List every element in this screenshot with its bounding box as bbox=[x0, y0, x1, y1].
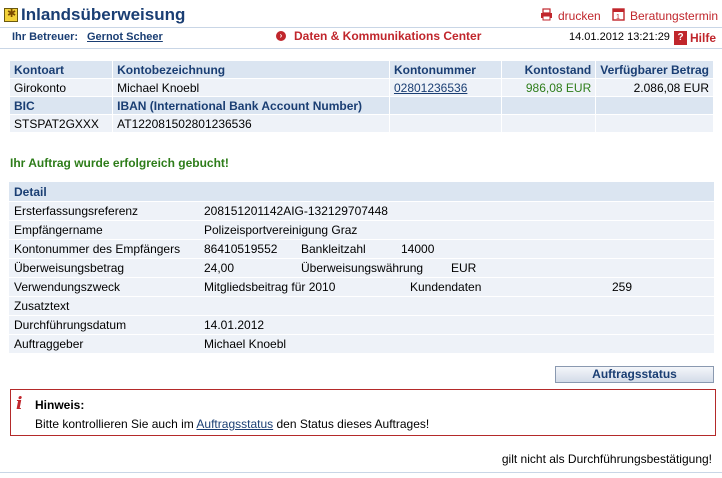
detail-row-purpose: Verwendungszweck Mitgliedsbeitrag für 20… bbox=[9, 278, 714, 296]
customer-data-value: 259 bbox=[612, 280, 633, 294]
bank-header-row: BIC IBAN (International Bank Account Num… bbox=[8, 96, 714, 115]
account-type: Girokonto bbox=[8, 78, 114, 97]
detail-row-reference: Ersterfassungsreferenz 208151201142AIG-1… bbox=[9, 202, 714, 220]
advisor-name-link[interactable]: Gernot Scheer bbox=[87, 31, 163, 43]
svg-text:1: 1 bbox=[616, 14, 620, 21]
help-link[interactable]: Hilfe bbox=[690, 31, 716, 45]
print-link[interactable]: drucken bbox=[558, 9, 601, 23]
divider bbox=[0, 472, 722, 473]
detail-row-orderer: Auftraggeber Michael Knoebl bbox=[9, 335, 714, 353]
detail-row-account: Kontonummer des Empfängers 86410519552 B… bbox=[9, 240, 714, 258]
empty-cell bbox=[500, 114, 597, 133]
purpose-value: Mitgliedsbeitrag für 2010 bbox=[204, 280, 336, 294]
bic-value: STSPAT2GXXX bbox=[8, 114, 114, 133]
advisor-bar: Ihr Betreuer: Gernot Scheer › Daten & Ko… bbox=[0, 28, 722, 49]
detail-row-date: Durchführungsdatum 14.01.2012 bbox=[9, 316, 714, 334]
empty-cell bbox=[500, 96, 597, 115]
empty-cell bbox=[595, 114, 714, 133]
detail-header: Detail bbox=[9, 182, 714, 201]
notice-text-before: Bitte kontrollieren Sie auch im bbox=[35, 417, 197, 431]
calendar-icon[interactable]: 1 bbox=[612, 8, 625, 21]
amount-label: Überweisungsbetrag bbox=[14, 261, 125, 275]
payee-account-value: 86410519552 bbox=[204, 242, 278, 256]
payee-label: Empfängername bbox=[14, 223, 103, 237]
notice-text-after: den Status dieses Auftrages! bbox=[273, 417, 430, 431]
currency-value: EUR bbox=[451, 261, 477, 275]
current-datetime: 14.01.2012 13:21:29 bbox=[569, 31, 670, 43]
footer-note: gilt nicht als Durchführungsbestätigung! bbox=[501, 452, 712, 466]
execution-date-value: 14.01.2012 bbox=[204, 318, 265, 332]
account-header-row: Kontoart Kontobezeichnung Kontonummer Ko… bbox=[8, 60, 714, 79]
extra-text-label: Zusatztext bbox=[14, 299, 70, 313]
bank-code-label: Bankleitzahl bbox=[301, 242, 366, 256]
available-amount: 2.086,08 EUR bbox=[595, 78, 714, 97]
col-header-kontoart: Kontoart bbox=[8, 60, 114, 79]
account-balance: 986,08 EUR bbox=[500, 78, 597, 97]
orderer-value: Michael Knoebl bbox=[204, 337, 287, 351]
execution-date-label: Durchführungsdatum bbox=[14, 318, 127, 332]
account-name: Michael Knoebl bbox=[112, 78, 390, 97]
account-number-link[interactable]: 02801236536 bbox=[394, 81, 467, 95]
success-message: Ihr Auftrag wurde erfolgreich gebucht! bbox=[10, 156, 229, 170]
page-title: Inlandsüberweisung bbox=[21, 5, 186, 24]
arrow-right-icon: › bbox=[276, 31, 286, 41]
reference-label: Ersterfassungsreferenz bbox=[14, 204, 139, 218]
detail-row-payee: Empfängername Polizeisportvereinigung Gr… bbox=[9, 221, 714, 239]
info-icon: i bbox=[16, 394, 23, 414]
reference-value: 208151201142AIG-132129707448 bbox=[204, 204, 388, 218]
order-status-button[interactable]: Auftragsstatus bbox=[555, 366, 714, 383]
currency-label: Überweisungswährung bbox=[301, 261, 424, 275]
communication-center-link[interactable]: Daten & Kommunikations Center bbox=[294, 29, 481, 43]
appointment-link[interactable]: Beratungstermin bbox=[630, 9, 718, 23]
payee-value: Polizeisportvereinigung Graz bbox=[204, 223, 358, 237]
col-header-kontobezeichnung: Kontobezeichnung bbox=[112, 60, 390, 79]
notice-title: Hinweis: bbox=[35, 398, 85, 412]
title-bar: ✱ Inlandsüberweisung drucken 1 Beratungs… bbox=[0, 0, 722, 28]
empty-cell bbox=[595, 96, 714, 115]
customer-data-label: Kundendaten bbox=[410, 280, 482, 294]
empty-cell bbox=[388, 114, 503, 133]
transfer-icon: ✱ bbox=[4, 8, 18, 22]
notice-text: Bitte kontrollieren Sie auch im Auftrags… bbox=[35, 417, 429, 431]
printer-icon[interactable] bbox=[540, 8, 553, 21]
bank-code-value: 14000 bbox=[401, 242, 435, 256]
orderer-label: Auftraggeber bbox=[14, 337, 84, 351]
detail-row-extra: Zusatztext bbox=[9, 297, 714, 315]
account-number-cell: 02801236536 bbox=[388, 78, 503, 97]
amount-value: 24,00 bbox=[204, 261, 235, 275]
advisor-label: Ihr Betreuer: bbox=[12, 31, 79, 43]
col-header-verfuegbar: Verfügbarer Betrag bbox=[595, 60, 714, 79]
iban-value: AT122081502801236536 bbox=[112, 114, 390, 133]
notice-box: i Hinweis: Bitte kontrollieren Sie auch … bbox=[10, 389, 716, 436]
col-header-iban: IBAN (International Bank Account Number) bbox=[112, 96, 390, 115]
col-header-bic: BIC bbox=[8, 96, 114, 115]
col-header-kontonummer: Kontonummer bbox=[388, 60, 503, 79]
detail-row-amount: Überweisungsbetrag 24,00 Überweisungswäh… bbox=[9, 259, 714, 277]
help-icon[interactable]: ? bbox=[674, 31, 687, 45]
col-header-kontostand: Kontostand bbox=[500, 60, 597, 79]
bank-row: STSPAT2GXXX AT122081502801236536 bbox=[8, 114, 714, 133]
payee-account-label: Kontonummer des Empfängers bbox=[14, 242, 181, 256]
purpose-label: Verwendungszweck bbox=[14, 280, 121, 294]
order-status-link[interactable]: Auftragsstatus bbox=[196, 417, 273, 431]
account-table: Kontoart Kontobezeichnung Kontonummer Ko… bbox=[8, 60, 714, 133]
account-row: Girokonto Michael Knoebl 02801236536 986… bbox=[8, 78, 714, 97]
empty-cell bbox=[388, 96, 503, 115]
